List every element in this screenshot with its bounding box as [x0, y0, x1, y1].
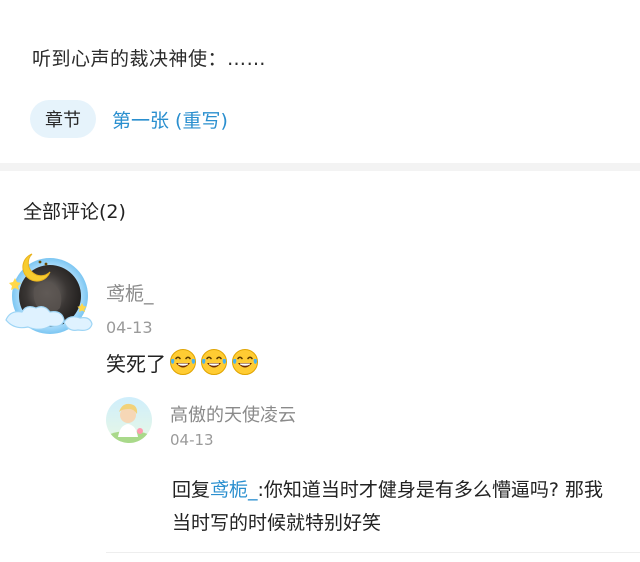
avatar-frame-graphic	[5, 253, 93, 334]
comment-date: 04-13	[106, 318, 153, 337]
laughing-tears-emoji-icon	[200, 348, 228, 376]
avatar-moon-frame[interactable]	[4, 248, 96, 340]
quote-text: 听到心声的裁决神使：……	[32, 48, 267, 70]
laughing-tears-emoji-icon	[231, 348, 259, 376]
reply-divider	[106, 552, 640, 553]
tag-row: 章节 第一张 (重写)	[30, 99, 228, 139]
comment-text: 笑死了	[106, 351, 166, 376]
comment-body: 笑死了	[106, 348, 259, 376]
reply-mention-link[interactable]: 鸢栀_	[210, 479, 258, 501]
comment-username[interactable]: 鸢栀_	[106, 279, 154, 306]
comments-heading: 全部评论(2)	[23, 201, 126, 223]
reply-date: 04-13	[170, 431, 214, 449]
reply-prefix: 回复	[172, 479, 211, 501]
reply-text: 回复鸢栀_:你知道当时才健身是有多么懵逼吗? 那我当时写的时候就特别好笑	[172, 474, 612, 540]
reply-username[interactable]: 高傲的天使凌云	[170, 401, 296, 427]
chapter-link[interactable]: 第一张 (重写)	[112, 106, 228, 133]
section-divider	[0, 163, 640, 171]
laughing-tears-emoji-icon	[169, 348, 197, 376]
quote-section: 听到心声的裁决神使：…… 章节 第一张 (重写)	[0, 0, 640, 163]
reply-avatar[interactable]	[106, 397, 152, 443]
chapter-chip[interactable]: 章节	[30, 100, 96, 138]
